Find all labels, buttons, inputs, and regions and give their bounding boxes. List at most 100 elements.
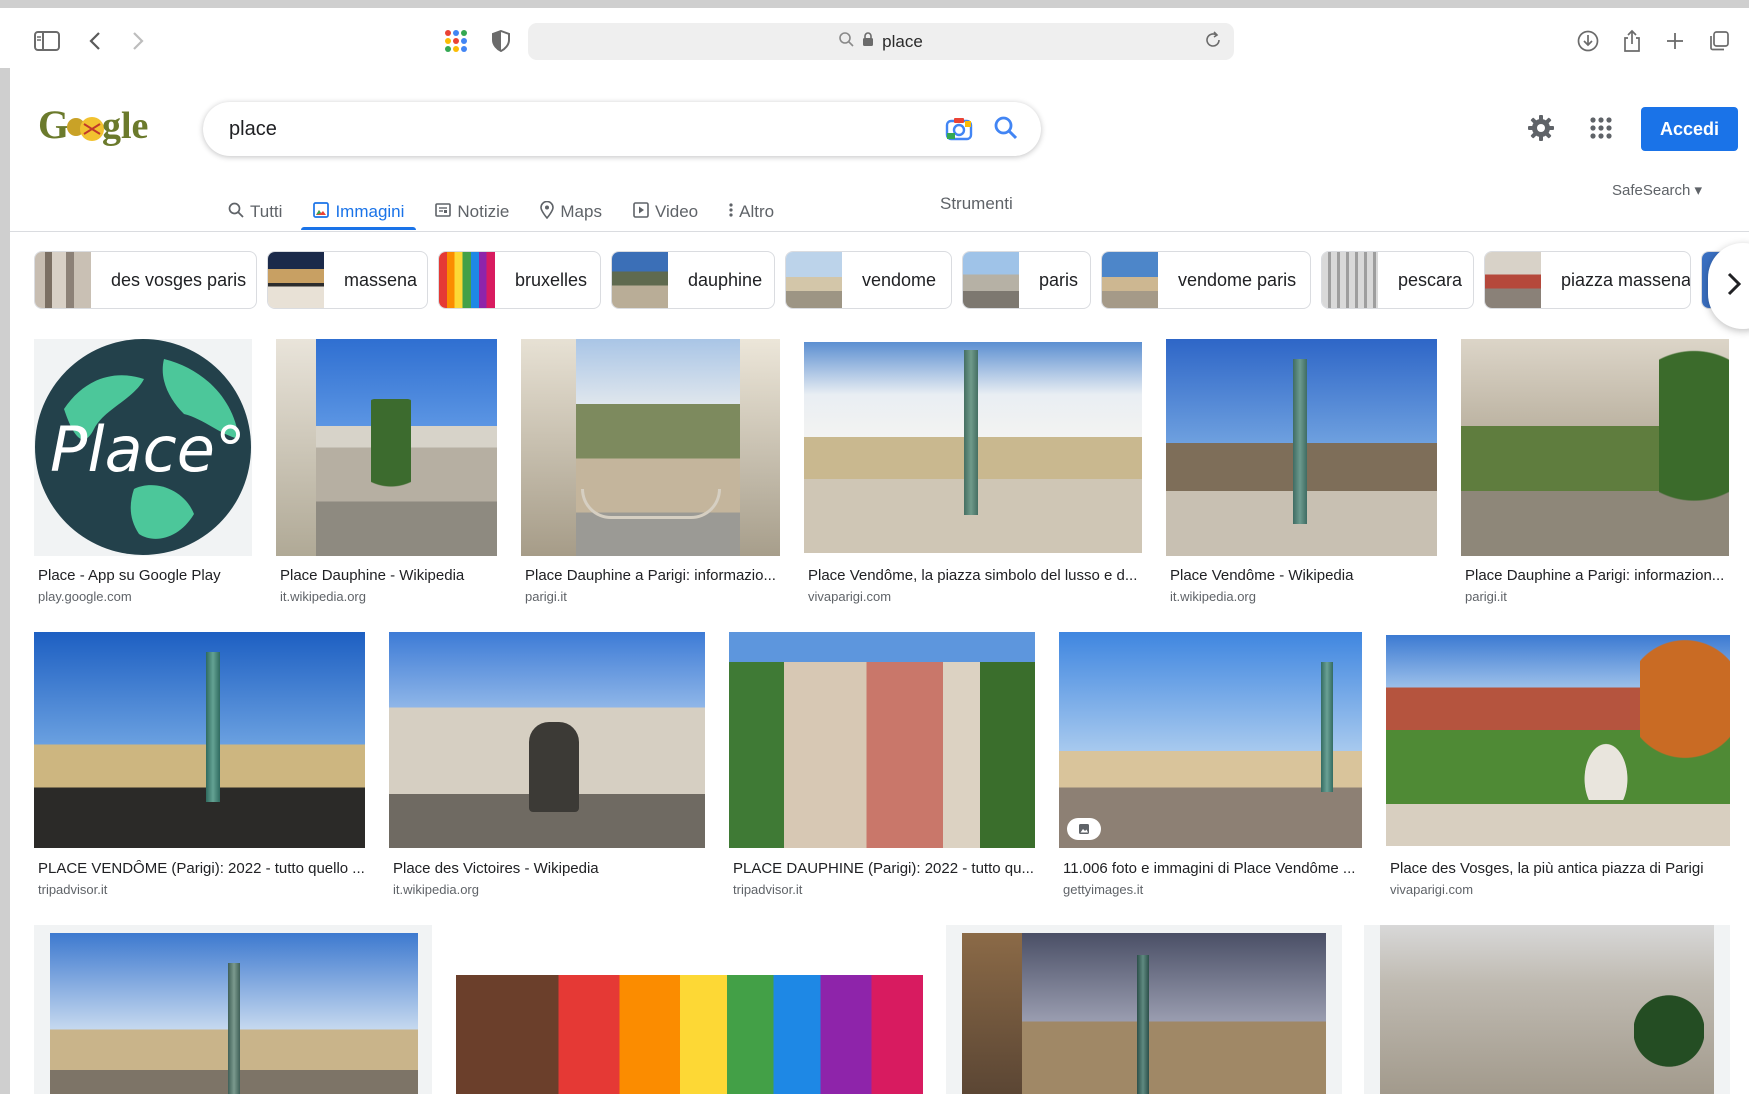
chips-next-button[interactable]	[1708, 243, 1749, 329]
chip-label: des vosges paris	[111, 269, 247, 290]
result-source[interactable]: it.wikipedia.org	[1170, 589, 1256, 604]
result-source[interactable]: vivaparigi.com	[808, 589, 891, 604]
result-source[interactable]: parigi.it	[1465, 589, 1507, 604]
apps-grid-icon[interactable]	[441, 26, 471, 56]
result-source[interactable]: it.wikipedia.org	[393, 882, 479, 897]
result-title[interactable]: Place Vendôme, la piazza simbolo del lus…	[808, 567, 1142, 584]
result-source[interactable]: it.wikipedia.org	[280, 589, 366, 604]
safesearch-button[interactable]: SafeSearch ▾	[1612, 181, 1702, 199]
reload-icon[interactable]	[1204, 31, 1222, 54]
result-title[interactable]: PLACE VENDÔME (Parigi): 2022 - tutto que…	[38, 860, 365, 877]
image-result[interactable]	[456, 925, 923, 1094]
share-icon[interactable]	[1617, 26, 1647, 56]
tab-all[interactable]: Tutti	[228, 190, 282, 230]
related-chip[interactable]: paris	[962, 251, 1091, 309]
download-icon[interactable]	[1573, 26, 1603, 56]
result-title[interactable]: Place Dauphine - Wikipedia	[280, 567, 498, 584]
privacy-shield-icon[interactable]	[486, 26, 516, 56]
result-title[interactable]: Place des Victoires - Wikipedia	[393, 860, 705, 877]
tab-label: Notizie	[457, 202, 510, 221]
result-image[interactable]	[456, 925, 923, 1094]
image-result[interactable]	[946, 925, 1342, 1094]
related-chip[interactable]: dauphine	[611, 251, 775, 309]
result-image[interactable]	[34, 632, 365, 848]
result-source[interactable]: parigi.it	[525, 589, 567, 604]
result-image[interactable]	[389, 632, 705, 848]
result-image[interactable]	[1386, 635, 1730, 846]
google-doodle-logo[interactable]: G gle	[38, 102, 150, 152]
tab-more[interactable]: Altro	[729, 190, 774, 230]
image-result[interactable]	[1364, 925, 1730, 1094]
image-result[interactable]: Place Vendôme - Wikipedia it.wikipedia.o…	[1166, 339, 1437, 609]
pin-icon	[540, 200, 555, 224]
search-query[interactable]: place	[229, 118, 277, 141]
tab-label: Maps	[560, 202, 602, 221]
result-title[interactable]: PLACE DAUPHINE (Parigi): 2022 - tutto qu…	[733, 860, 1035, 877]
result-source[interactable]: vivaparigi.com	[1390, 882, 1473, 897]
chip-thumbnail	[35, 252, 91, 308]
camera-icon[interactable]	[945, 116, 973, 147]
result-image[interactable]	[1059, 632, 1362, 848]
forward-icon[interactable]	[123, 26, 153, 56]
image-result[interactable]: Place Dauphine a Parigi: informazion... …	[1461, 339, 1729, 609]
search-icon[interactable]	[993, 115, 1019, 146]
tab-images[interactable]: Immagini	[301, 190, 417, 230]
image-result[interactable]: Place Vendôme, la piazza simbolo del lus…	[804, 339, 1142, 609]
result-source[interactable]: tripadvisor.it	[733, 882, 802, 897]
google-apps-icon[interactable]	[1590, 117, 1612, 144]
result-image[interactable]	[34, 925, 432, 1094]
result-image[interactable]	[1166, 339, 1437, 556]
image-result[interactable]: 11.006 foto e immagini di Place Vendôme …	[1059, 632, 1362, 902]
browser-toolbar: place	[0, 0, 1749, 68]
related-chip[interactable]: des vosges paris	[34, 251, 257, 309]
result-title[interactable]: Place Vendôme - Wikipedia	[1170, 567, 1437, 584]
related-chip[interactable]: piazza massena	[1484, 251, 1691, 309]
result-image[interactable]	[729, 632, 1035, 848]
image-result[interactable]	[34, 925, 432, 1094]
result-title[interactable]: Place Dauphine a Parigi: informazion...	[1465, 567, 1729, 584]
result-image[interactable]	[1364, 925, 1730, 1094]
result-image[interactable]	[1461, 339, 1729, 556]
settings-gear-icon[interactable]	[1527, 114, 1555, 147]
result-image[interactable]	[946, 925, 1342, 1094]
chip-thumbnail	[612, 252, 668, 308]
window-edge	[0, 68, 10, 1094]
more-icon	[729, 202, 733, 223]
back-icon[interactable]	[80, 26, 110, 56]
image-result[interactable]: PLACE VENDÔME (Parigi): 2022 - tutto que…	[34, 632, 365, 902]
tab-maps[interactable]: Maps	[540, 190, 602, 230]
tab-news[interactable]: Notizie	[435, 190, 509, 230]
result-source[interactable]: play.google.com	[38, 589, 132, 604]
image-result[interactable]: PLACE DAUPHINE (Parigi): 2022 - tutto qu…	[729, 632, 1035, 902]
result-source[interactable]: gettyimages.it	[1063, 882, 1143, 897]
result-title[interactable]: Place Dauphine a Parigi: informazio...	[525, 567, 780, 584]
signin-button[interactable]: Accedi	[1641, 107, 1738, 151]
image-result[interactable]: Place Dauphine a Parigi: informazio... p…	[521, 339, 780, 609]
result-image[interactable]	[804, 342, 1142, 553]
result-title[interactable]: Place des Vosges, la più antica piazza d…	[1390, 860, 1730, 877]
result-image[interactable]: Place°	[34, 339, 252, 556]
new-tab-icon[interactable]	[1660, 26, 1690, 56]
search-box[interactable]: place	[203, 102, 1041, 156]
related-chip[interactable]: vendome	[785, 251, 952, 309]
result-source[interactable]: tripadvisor.it	[38, 882, 107, 897]
result-title[interactable]: Place - App su Google Play	[38, 567, 252, 584]
image-result[interactable]: Place Dauphine - Wikipedia it.wikipedia.…	[276, 339, 498, 609]
address-bar[interactable]: place	[528, 23, 1234, 60]
result-image[interactable]	[276, 339, 497, 556]
result-title[interactable]: 11.006 foto e immagini di Place Vendôme …	[1063, 860, 1362, 877]
image-result[interactable]: Place des Vosges, la più antica piazza d…	[1386, 632, 1730, 902]
tools-button[interactable]: Strumenti	[940, 194, 1013, 214]
result-image[interactable]	[521, 339, 780, 556]
tab-label: Tutti	[250, 202, 283, 221]
related-chip[interactable]: bruxelles	[438, 251, 601, 309]
related-chip[interactable]: vendome paris	[1101, 251, 1311, 309]
tab-overview-icon[interactable]	[1704, 26, 1734, 56]
tab-video[interactable]: Video	[633, 190, 698, 230]
related-chip[interactable]: massena	[267, 251, 428, 309]
image-result[interactable]: Place° Place - App su Google Play play.g…	[34, 339, 252, 609]
related-chip[interactable]: pescara	[1321, 251, 1474, 309]
sidebar-icon[interactable]	[32, 26, 62, 56]
image-badge-icon	[1067, 818, 1101, 840]
image-result[interactable]: Place des Victoires - Wikipedia it.wikip…	[389, 632, 705, 902]
